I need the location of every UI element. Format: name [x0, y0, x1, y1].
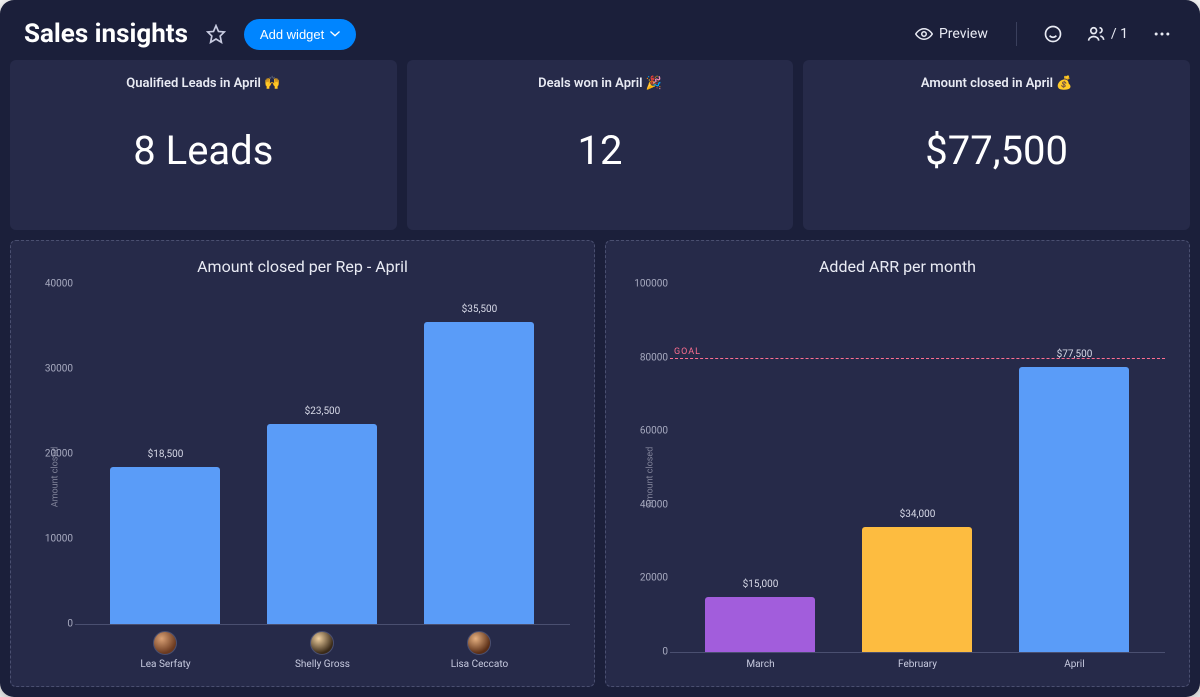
- people-count: / 1: [1111, 26, 1128, 42]
- kpi-value: $77,500: [821, 95, 1172, 214]
- chevron-down-icon: [330, 29, 340, 39]
- x-category-label: April: [1064, 659, 1084, 670]
- plot: $18,500$23,500$35,500 010000200003000040…: [75, 284, 570, 670]
- bar-rect: $34,000: [862, 527, 972, 652]
- kpi-value: 12: [425, 95, 776, 214]
- feedback-button[interactable]: [1039, 20, 1067, 48]
- bar-value-label: $15,000: [694, 579, 826, 590]
- bar: $35,500: [424, 284, 534, 624]
- goal-line: GOAL: [670, 358, 1165, 359]
- y-tick: 20000: [628, 573, 668, 584]
- chart-title: Added ARR per month: [624, 257, 1171, 276]
- plot: $15,000$34,000$77,500 020000400006000080…: [670, 284, 1165, 670]
- avatar: [467, 631, 491, 655]
- y-tick: 10000: [33, 534, 73, 545]
- bar: $77,500: [1019, 284, 1129, 652]
- y-tick: 80000: [628, 352, 668, 363]
- page-title: Sales insights: [24, 19, 188, 49]
- bars: $18,500 $23,500 $35,500: [75, 284, 570, 624]
- dots-horizontal-icon: [1152, 24, 1172, 44]
- kpi-card-amount[interactable]: Amount closed in April 💰 $77,500: [803, 60, 1190, 230]
- preview-button[interactable]: Preview: [909, 19, 994, 49]
- x-category-label: Shelly Gross: [295, 659, 350, 670]
- bar: $18,500: [110, 284, 220, 624]
- x-category: Lea Serfaty: [110, 631, 220, 670]
- x-category: April: [1019, 659, 1129, 670]
- y-tick: 0: [628, 647, 668, 658]
- kpi-value: 8 Leads: [28, 95, 379, 214]
- add-widget-button[interactable]: Add widget: [244, 19, 356, 50]
- eye-icon: [915, 25, 933, 43]
- avatar: [310, 631, 334, 655]
- x-axis-categories: Lea Serfaty Shelly Gross Lisa Ceccato: [75, 625, 570, 670]
- bar: $23,500: [267, 284, 377, 624]
- bar-value-label: $34,000: [851, 509, 983, 520]
- y-tick: 60000: [628, 426, 668, 437]
- favorite-star-button[interactable]: [202, 20, 230, 48]
- bar-value-label: $23,500: [256, 406, 388, 417]
- plot-area: $15,000$34,000$77,500 020000400006000080…: [670, 284, 1165, 653]
- kpi-title: Deals won in April 🎉: [425, 76, 776, 91]
- more-menu-button[interactable]: [1148, 20, 1176, 48]
- kpi-card-leads[interactable]: Qualified Leads in April 🙌 8 Leads: [10, 60, 397, 230]
- y-tick: 20000: [33, 449, 73, 460]
- y-tick: 40000: [33, 279, 73, 290]
- dashboard-grid: Qualified Leads in April 🙌 8 Leads Deals…: [0, 60, 1200, 697]
- y-axis-label: Amount closed: [645, 447, 655, 508]
- star-icon: [206, 24, 226, 44]
- kpi-title: Amount closed in April 💰: [821, 76, 1172, 91]
- chart-body: Amount closed $18,500$23,500$35,500 0100…: [29, 284, 576, 670]
- bar-rect: $35,500: [424, 322, 534, 624]
- x-category: Lisa Ceccato: [424, 631, 534, 670]
- avatar: [153, 631, 177, 655]
- add-widget-label: Add widget: [260, 27, 324, 42]
- bar-rect: $77,500: [1019, 367, 1129, 652]
- chart-card-amount-per-rep[interactable]: Amount closed per Rep - April Amount clo…: [10, 240, 595, 687]
- preview-label: Preview: [939, 26, 988, 42]
- x-category-label: Lisa Ceccato: [451, 659, 509, 670]
- kpi-card-deals[interactable]: Deals won in April 🎉 12: [407, 60, 794, 230]
- x-category: February: [862, 659, 972, 670]
- smile-circle-icon: [1043, 24, 1063, 44]
- x-category-label: March: [746, 659, 774, 670]
- y-tick: 100000: [628, 279, 668, 290]
- bar: $15,000: [705, 284, 815, 652]
- chart-title: Amount closed per Rep - April: [29, 257, 576, 276]
- kpi-title: Qualified Leads in April 🙌: [28, 76, 379, 91]
- bar-value-label: $18,500: [99, 449, 231, 460]
- bars: $15,000 $34,000 $77,500: [670, 284, 1165, 652]
- x-category: Shelly Gross: [267, 631, 377, 670]
- bar-rect: $18,500: [110, 467, 220, 624]
- chart-body: Amount closed $15,000 $34,000 $77,500 0 200…: [624, 284, 1171, 670]
- people-icon: [1087, 24, 1107, 44]
- bar-value-label: $35,500: [413, 304, 545, 315]
- y-tick: 0: [33, 619, 73, 630]
- x-category-label: February: [898, 659, 937, 670]
- share-people-button[interactable]: / 1: [1081, 18, 1134, 50]
- divider: [1016, 22, 1017, 46]
- bar-rect: $15,000: [705, 597, 815, 652]
- y-tick: 30000: [33, 364, 73, 375]
- x-axis-categories: March February April: [670, 653, 1165, 670]
- header: Sales insights Add widget Preview / 1: [0, 0, 1200, 60]
- bar: $34,000: [862, 284, 972, 652]
- y-tick: 40000: [628, 499, 668, 510]
- goal-label: GOAL: [674, 347, 701, 357]
- bar-rect: $23,500: [267, 424, 377, 624]
- chart-card-arr-per-month[interactable]: Added ARR per month Amount closed $15,00…: [605, 240, 1190, 687]
- plot-area: $18,500$23,500$35,500 010000200003000040…: [75, 284, 570, 625]
- x-category: March: [705, 659, 815, 670]
- dashboard-app: Sales insights Add widget Preview / 1 Qu…: [0, 0, 1200, 697]
- x-category-label: Lea Serfaty: [140, 659, 190, 670]
